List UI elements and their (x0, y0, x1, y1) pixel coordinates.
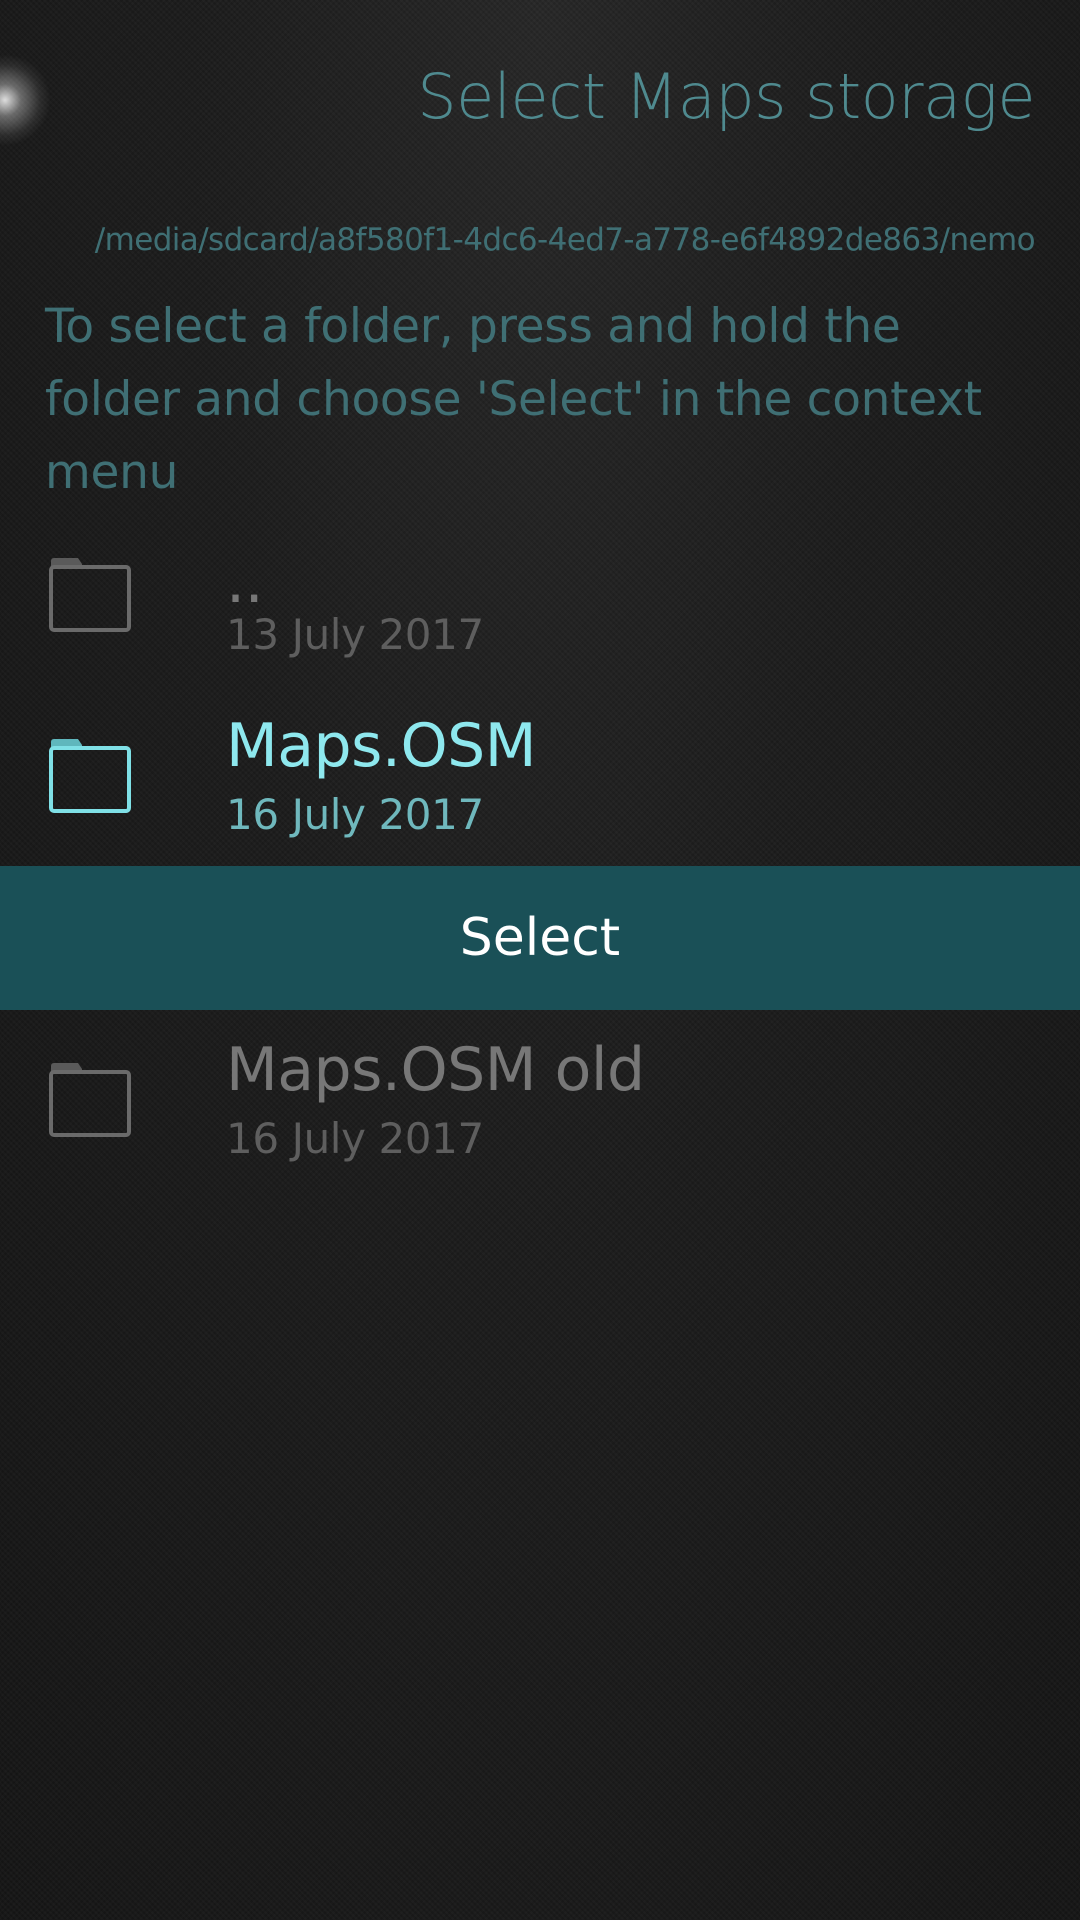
folder-date: 16 July 2017 (226, 790, 484, 839)
select-menu-item[interactable]: Select (0, 866, 1080, 1010)
folder-date: 13 July 2017 (226, 610, 484, 659)
instructions-text: To select a folder, press and hold the f… (45, 299, 982, 500)
folder-name: Maps.OSM (226, 711, 537, 781)
context-menu: Select (0, 866, 1080, 1010)
folder-date: 16 July 2017 (226, 1114, 484, 1163)
page-title: Select Maps storage (417, 60, 1035, 133)
folder-name: .. (226, 547, 264, 617)
pulley-menu-indicator (0, 55, 50, 145)
folder-icon (48, 736, 132, 816)
folder-item-parent[interactable]: .. 13 July 2017 (0, 547, 1080, 715)
folder-name: Maps.OSM old (226, 1035, 645, 1105)
folder-item-maps-osm-old[interactable]: Maps.OSM old 16 July 2017 (0, 1035, 1080, 1220)
current-path: /media/sdcard/a8f580f1-4dc6-4ed7-a778-e6… (94, 222, 1036, 258)
folder-icon (48, 1060, 132, 1140)
folder-icon (48, 555, 132, 635)
screen: Select Maps storage /media/sdcard/a8f580… (0, 0, 1080, 1920)
